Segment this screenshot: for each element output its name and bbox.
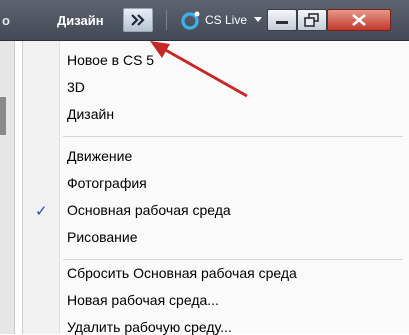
annotation-arrow-icon	[150, 41, 248, 98]
